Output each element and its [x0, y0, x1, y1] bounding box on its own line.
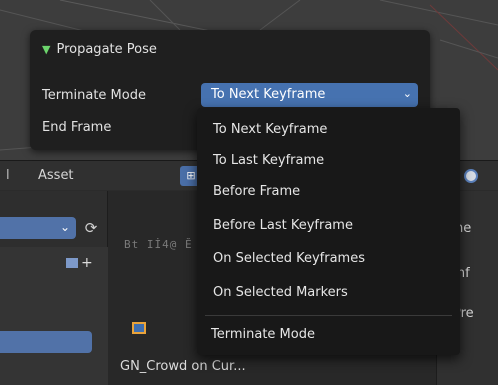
menu-title: Terminate Mode: [211, 327, 315, 342]
catalog-panel: +: [0, 247, 108, 385]
popup-header[interactable]: ▼ Propagate Pose: [42, 42, 157, 57]
asset-menu[interactable]: Asset: [38, 168, 74, 183]
menu-item-on-selected-markers[interactable]: On Selected Markers: [213, 279, 453, 307]
chevron-down-icon: ⌄: [59, 220, 70, 234]
terminate-mode-label: Terminate Mode: [42, 88, 146, 103]
asset-name[interactable]: GN_Crowd on Cur...: [120, 359, 246, 374]
terminate-mode-dropdown[interactable]: To Next Keyframe ⌄: [201, 83, 418, 107]
expand-triangle-icon[interactable]: ▼: [42, 43, 50, 56]
popup-title: Propagate Pose: [56, 42, 157, 57]
terminate-mode-menu: To Next Keyframe To Last Keyframe Before…: [197, 108, 460, 355]
object-type-icon[interactable]: [464, 169, 478, 183]
menu-item-on-selected-keyframes[interactable]: On Selected Keyframes: [213, 245, 453, 273]
menu-item-before-last-keyframe[interactable]: Before Last Keyframe: [213, 212, 453, 240]
add-catalog-button[interactable]: +: [66, 255, 93, 271]
asset-library-sidebar: ⌄ ⟳ +: [0, 191, 108, 385]
node-group-icon[interactable]: [132, 322, 146, 334]
menu-separator: [205, 315, 452, 316]
end-frame-label: End Frame: [42, 120, 112, 135]
header-left-text: l: [6, 168, 10, 183]
asset-thumbnail-text: Bt Iİ4@ Ӗ: [124, 238, 193, 251]
refresh-icon[interactable]: ⟳: [80, 217, 102, 239]
menu-item-to-last-keyframe[interactable]: To Last Keyframe: [213, 147, 453, 175]
menu-item-before-frame[interactable]: Before Frame: [213, 178, 453, 206]
catalog-item-selected[interactable]: [0, 331, 92, 353]
library-select[interactable]: ⌄: [0, 217, 76, 239]
chevron-down-icon: ⌄: [402, 87, 412, 100]
catalog-icon: [66, 258, 78, 268]
menu-item-to-next-keyframe[interactable]: To Next Keyframe: [213, 116, 453, 144]
terminate-mode-value: To Next Keyframe: [211, 87, 326, 102]
